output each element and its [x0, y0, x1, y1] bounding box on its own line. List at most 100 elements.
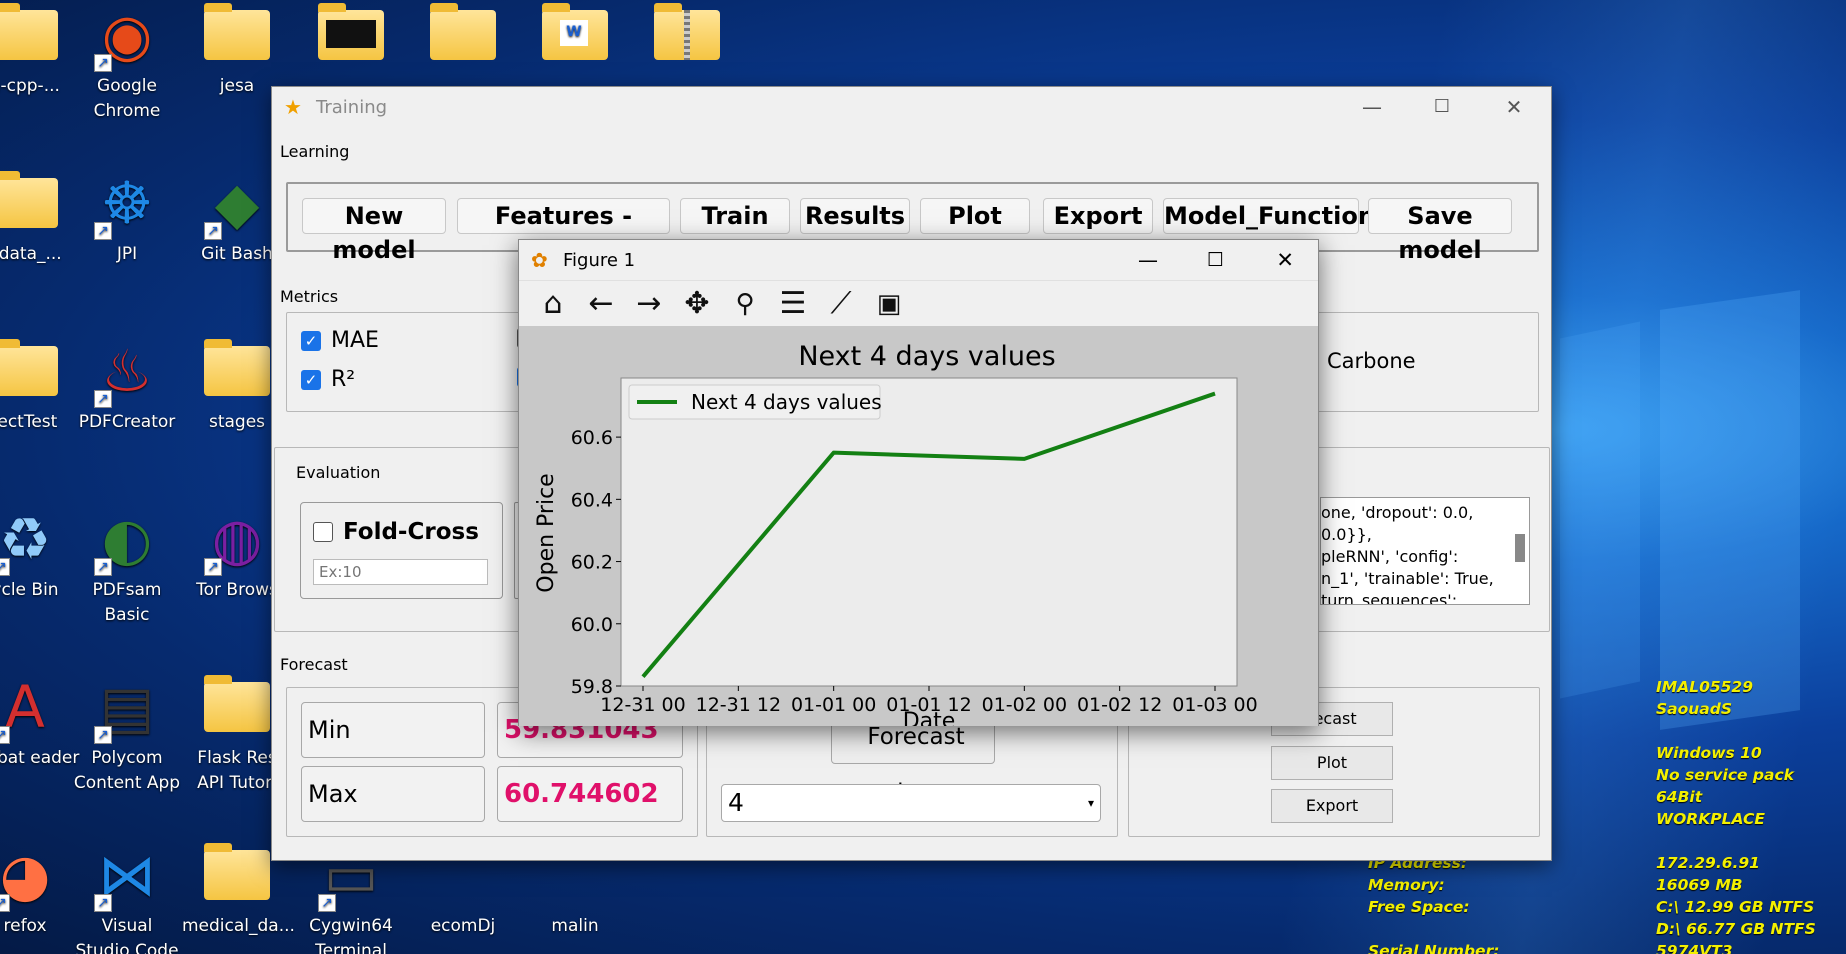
acrobat-icon: A ↗: [0, 672, 60, 744]
folder-icon: [204, 339, 270, 396]
folder-icon: [204, 843, 270, 900]
maximize-button[interactable]: ☐: [1413, 87, 1471, 127]
foldcross-checkbox[interactable]: Fold-Cross: [313, 519, 479, 545]
configure-icon[interactable]: ☰: [773, 284, 813, 324]
desktop-icon[interactable]: A↗ crobat eader: [0, 670, 80, 810]
sysinfo-value: 16069 MB: [1656, 876, 1743, 894]
sysinfo-value: Windows 10: [1656, 744, 1762, 762]
config-line: pleRNN', 'config':: [1321, 547, 1459, 566]
desktop-icon-label: PDFCreator: [78, 412, 176, 432]
desktop-icon[interactable]: adata_...: [0, 166, 80, 306]
desktop-icon-label: adata_...: [0, 244, 62, 264]
features-target-button[interactable]: Features - Target: [457, 198, 670, 264]
learning-label: Learning: [280, 142, 350, 161]
forward-icon[interactable]: →: [629, 284, 669, 324]
desktop-icon-label: ycle Bin: [0, 580, 59, 600]
polycom-icon: ▤ ↗: [92, 672, 162, 744]
save-icon[interactable]: ▣: [869, 284, 909, 324]
home-icon[interactable]: ⌂: [533, 284, 573, 324]
y-tick-label: 60.0: [571, 614, 613, 636]
minimize-button[interactable]: —: [1343, 87, 1401, 127]
figure-window: ✿ Figure 1 — ☐ ✕ ⌂ ← → ✥ ⚲ ☰ ⟋ ▣ Next 4 …: [518, 239, 1319, 726]
figure-close-button[interactable]: ✕: [1276, 240, 1294, 280]
sysinfo-label: [1368, 918, 1499, 940]
desktop-icon-label: JPI: [116, 244, 138, 264]
save-model-button[interactable]: Save model: [1368, 198, 1512, 264]
checkmark-icon: ✓: [301, 330, 321, 351]
zoom-icon[interactable]: ⚲: [725, 284, 765, 324]
x-axis-label: Date: [903, 709, 956, 726]
training-titlebar[interactable]: ★ Training — ☐ ✕: [272, 87, 1551, 127]
desktop-icon[interactable]: ☸ ↗ JPI: [72, 166, 182, 306]
learning-buttons: New model Features - Target Train Result…: [302, 198, 1551, 264]
y-tick-label: 60.6: [571, 427, 613, 449]
chart-title: Next 4 days values: [798, 341, 1055, 372]
model-function-button[interactable]: Model_Function: [1163, 198, 1375, 234]
max-value: 60.744602: [497, 766, 683, 822]
sysinfo-value: IMAL05529: [1656, 678, 1753, 696]
desktop-icon[interactable]: ▤ ↗ Polycom Content App: [72, 670, 182, 810]
folder-icon: [654, 3, 720, 60]
figure-minimize-button[interactable]: —: [1138, 240, 1158, 280]
pan-icon[interactable]: ✥: [677, 284, 717, 324]
desktop-icon[interactable]: ⋈ ↗ Visual Studio Code: [72, 838, 182, 954]
train-button[interactable]: Train: [680, 198, 790, 234]
matplotlib-icon: ✿: [531, 248, 548, 272]
figure-titlebar[interactable]: ✿ Figure 1 — ☐ ✕: [519, 240, 1318, 280]
shortcut-arrow-icon: ↗: [94, 54, 112, 72]
config-line: turn_sequences':: [1321, 591, 1458, 605]
forecast-export-button[interactable]: Export: [1271, 789, 1393, 823]
desktop-icon[interactable]: ♨ ↗ PDFCreator: [72, 334, 182, 474]
desktop-icon[interactable]: jectTest: [0, 334, 80, 474]
shortcut-arrow-icon: ↗: [0, 894, 10, 912]
shortcut-arrow-icon: ↗: [0, 558, 10, 576]
desktop-icon[interactable]: ♻↗ ycle Bin: [0, 502, 80, 642]
sysinfo-value: D:\ 66.77 GB NTFS: [1656, 920, 1816, 938]
pdfcreator-icon: ♨ ↗: [92, 336, 162, 408]
close-button[interactable]: ✕: [1485, 87, 1543, 127]
carbone-checkbox[interactable]: Carbone: [1327, 349, 1416, 373]
desktop-icon[interactable]: ◐ ↗ PDFsam Basic: [72, 502, 182, 642]
forecast-plot-button[interactable]: Plot: [1271, 746, 1393, 780]
back-icon[interactable]: ←: [581, 284, 621, 324]
folder-icon: [0, 171, 58, 228]
desktop-icon[interactable]: ◕ ↗ refox: [0, 838, 80, 954]
desktop-icon[interactable]: ◉ ↗ Google Chrome: [72, 0, 182, 138]
sysinfo-labels: IP Address: Memory: Free Space: Serial N…: [1368, 852, 1499, 954]
x-tick-label: 01-02 12: [1077, 694, 1162, 716]
export-button[interactable]: Export: [1043, 198, 1153, 234]
legend: Next 4 days values: [628, 384, 882, 420]
shortcut-arrow-icon: ↗: [94, 222, 112, 240]
foldcross-group: Fold-Cross: [300, 502, 503, 599]
vscode-icon: ⋈ ↗: [92, 840, 162, 912]
sysinfo-value: SaouadS: [1656, 700, 1733, 718]
plot-area: [620, 377, 1238, 687]
sysinfo-label: Serial Number:: [1368, 942, 1500, 954]
scrollbar-thumb[interactable]: [1515, 534, 1525, 562]
r2-checkbox[interactable]: ✓ R²: [301, 367, 355, 392]
desktop-icon-label: crobat eader: [0, 748, 80, 768]
sysinfo-label: Memory:: [1368, 876, 1445, 894]
model-config-textbox[interactable]: one, 'dropout': 0.0, 0.0}}, pleRNN', 'co…: [1320, 497, 1530, 605]
folder-icon: [204, 675, 270, 732]
desktop-icon[interactable]: a-cpp-...: [0, 0, 80, 138]
figure-title: Figure 1: [563, 249, 636, 271]
figure-maximize-button[interactable]: ☐: [1207, 240, 1224, 280]
plot-button[interactable]: Plot: [920, 198, 1030, 234]
max-label-box: Max: [301, 766, 485, 822]
shortcut-arrow-icon: ↗: [94, 390, 112, 408]
sysinfo-value: 5974VT3: [1656, 942, 1733, 954]
foldcross-input[interactable]: [313, 559, 488, 585]
new-model-button[interactable]: New model: [302, 198, 446, 264]
mae-checkbox[interactable]: ✓ MAE: [301, 328, 379, 353]
desktop-icon-label: Visual Studio Code: [75, 916, 179, 954]
forecast-days-select[interactable]: 4 ▾: [721, 784, 1101, 822]
shortcut-arrow-icon: ↗: [94, 558, 112, 576]
unchecked-box-icon: [313, 522, 333, 542]
folder-icon: [204, 3, 270, 60]
folder-icon: [0, 339, 58, 396]
results-button[interactable]: Results: [800, 198, 910, 234]
foldcross-label: Fold-Cross: [343, 519, 479, 545]
edit-curve-icon[interactable]: ⟋: [821, 284, 861, 324]
x-tick-label: 01-02 00: [982, 694, 1067, 716]
